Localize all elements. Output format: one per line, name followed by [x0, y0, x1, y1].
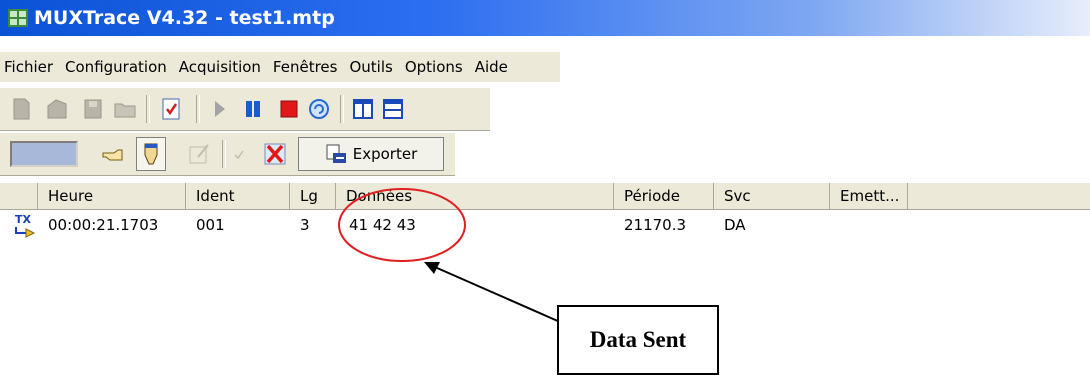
callout-label: Data Sent	[589, 327, 687, 352]
highlight-ellipse	[338, 188, 466, 262]
data-sent-callout: Data Sent	[557, 305, 719, 375]
pointer-arrow	[427, 263, 561, 323]
annotation-overlay	[338, 188, 561, 323]
